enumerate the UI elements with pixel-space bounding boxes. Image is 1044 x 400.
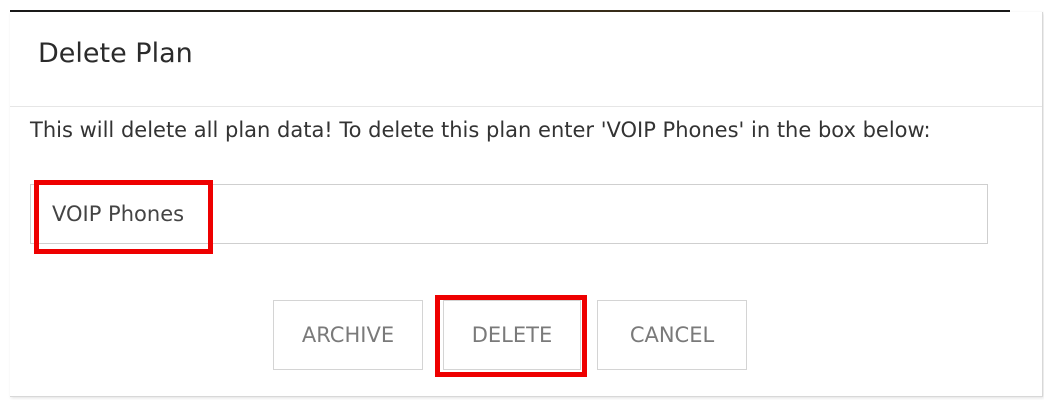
delete-button[interactable]: DELETE [443,300,581,370]
screenshot-stage: Delete Plan This will delete all plan da… [0,0,1044,400]
delete-warning-message: This will delete all plan data! To delet… [30,118,931,142]
cancel-button[interactable]: CANCEL [597,300,747,370]
confirm-plan-name-input[interactable] [30,184,988,244]
dialog-title: Delete Plan [38,38,193,69]
delete-plan-dialog: Delete Plan This will delete all plan da… [10,12,1043,397]
title-divider [10,106,1042,107]
archive-button[interactable]: ARCHIVE [273,300,423,370]
